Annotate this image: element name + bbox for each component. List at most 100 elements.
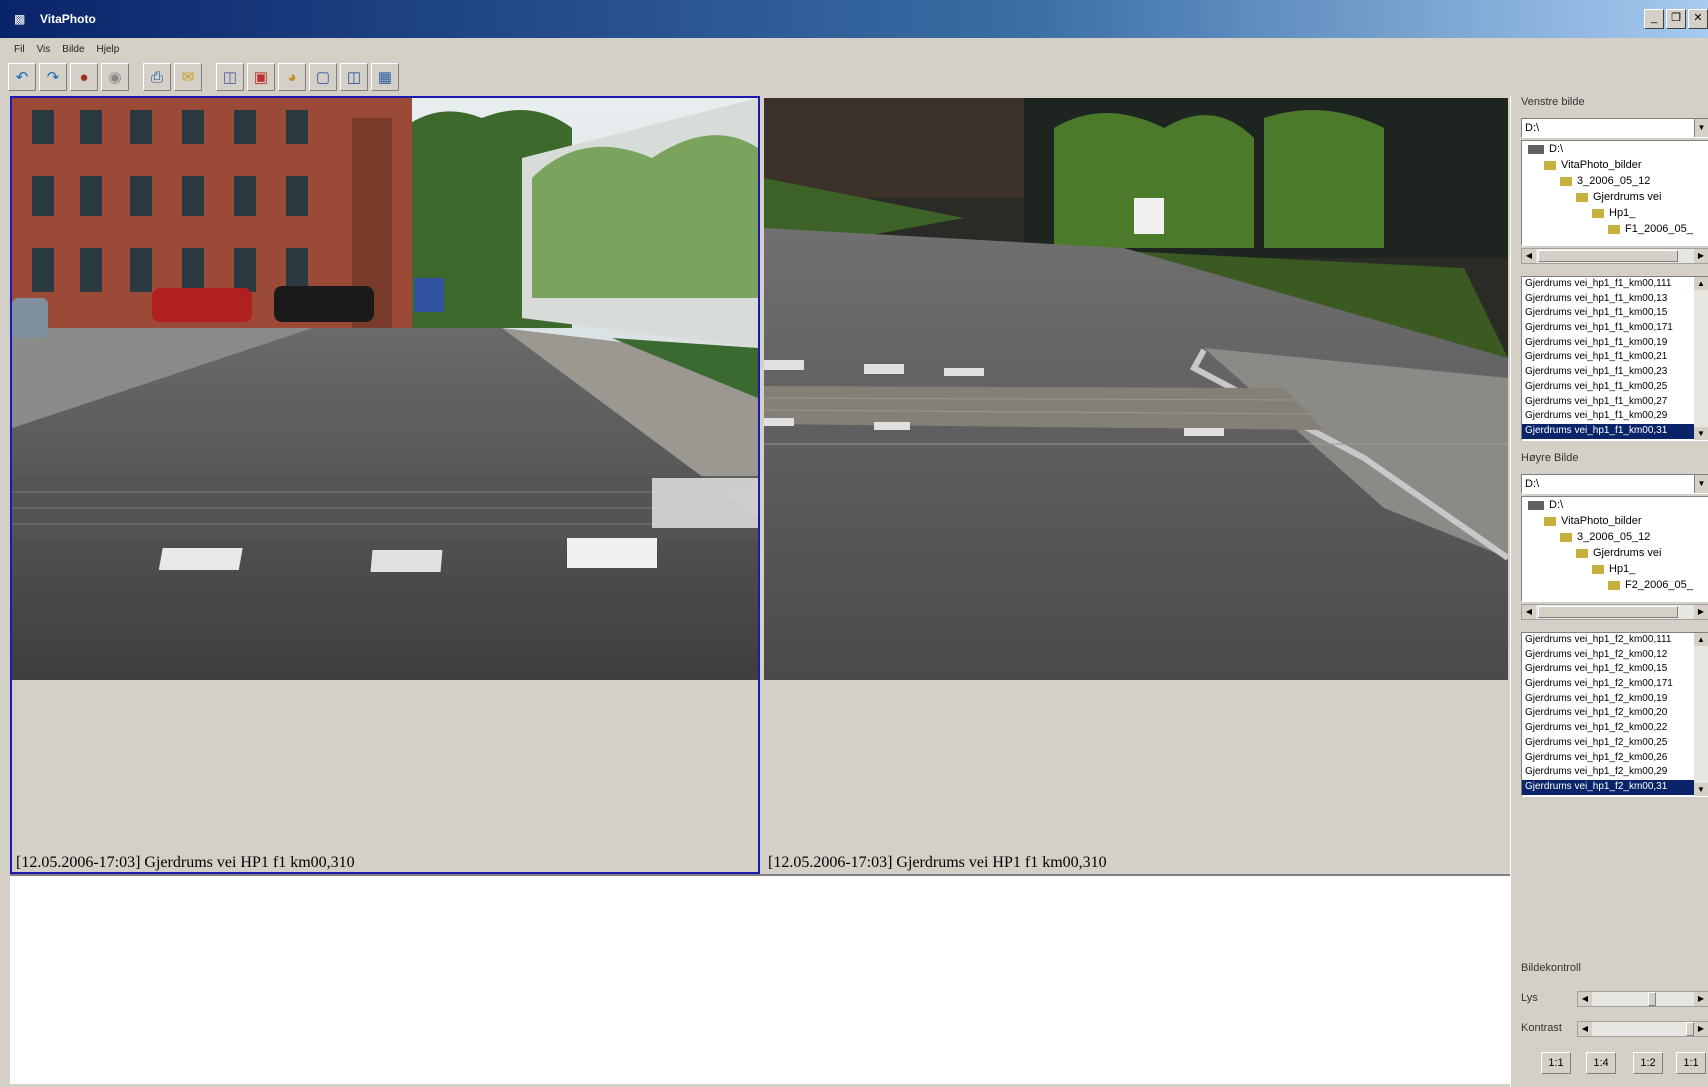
menu-image[interactable]: Bilde <box>62 44 84 55</box>
globe-icon[interactable]: ◕ <box>278 63 306 91</box>
left-tree-scrollbar[interactable]: ◀ ▶ <box>1521 248 1708 264</box>
forward-icon[interactable]: ↷ <box>39 63 67 91</box>
chevron-down-icon[interactable]: ▼ <box>1694 475 1708 493</box>
menu-help[interactable]: Hjelp <box>97 44 120 55</box>
list-item-selected[interactable]: Gjerdrums vei_hp1_f2_km00,31 <box>1522 779 1694 795</box>
left-image-pane[interactable]: [12.05.2006-17:03] Gjerdrums vei HP1 f1 … <box>10 96 760 874</box>
chevron-down-icon[interactable]: ▼ <box>1694 119 1708 137</box>
list-item[interactable]: Gjerdrums vei_hp1_f1_km00,111 <box>1522 277 1694 292</box>
title-bar: ▩ VitaPhoto _ ❐ ✕ <box>0 0 1708 38</box>
tree-node[interactable]: VitaPhoto_bilder <box>1544 515 1642 527</box>
menu-file[interactable]: Fil <box>14 44 25 55</box>
scroll-right-icon[interactable]: ▶ <box>1694 605 1708 619</box>
scroll-thumb[interactable] <box>1538 250 1678 262</box>
slider-right-icon[interactable]: ▶ <box>1694 992 1708 1006</box>
tree-node[interactable]: 3_2006_05_12 <box>1560 531 1650 543</box>
tree-node[interactable]: Hp1_ <box>1592 563 1635 575</box>
list-item[interactable]: Gjerdrums vei_hp1_f1_km00,23 <box>1522 365 1694 380</box>
list-item[interactable]: Gjerdrums vei_hp1_f1_km00,25 <box>1522 380 1694 395</box>
menu-view[interactable]: Vis <box>37 44 51 55</box>
slider-left-icon[interactable]: ◀ <box>1578 1022 1592 1036</box>
right-image-caption: [12.05.2006-17:03] Gjerdrums vei HP1 f1 … <box>768 854 1107 871</box>
scroll-down-icon[interactable]: ▼ <box>1694 783 1708 796</box>
slider-left-icon[interactable]: ◀ <box>1578 992 1592 1006</box>
folder-icon <box>1544 516 1556 526</box>
restore-icon[interactable]: ❐ <box>1666 9 1686 29</box>
right-image-pane[interactable]: [12.05.2006-17:03] Gjerdrums vei HP1 f1 … <box>762 96 1510 874</box>
right-tree-scrollbar[interactable]: ◀ ▶ <box>1521 604 1708 620</box>
list-item[interactable]: Gjerdrums vei_hp1_f2_km00,29 <box>1522 765 1694 780</box>
list-item[interactable]: Gjerdrums vei_hp1_f2_km00,12 <box>1522 648 1694 663</box>
tree-node[interactable]: Gjerdrums vei <box>1576 191 1661 203</box>
left-folder-tree[interactable]: D:\ VitaPhoto_bilder 3_2006_05_12 Gjerdr… <box>1521 140 1708 246</box>
scroll-thumb[interactable] <box>1538 606 1678 618</box>
camera-icon[interactable]: ● <box>70 63 98 91</box>
drive-icon <box>1528 144 1544 154</box>
slider-thumb[interactable] <box>1648 992 1656 1006</box>
list-item[interactable]: Gjerdrums vei_hp1_f2_km00,22 <box>1522 721 1694 736</box>
notes-area[interactable] <box>10 874 1510 1084</box>
close-icon[interactable]: ✕ <box>1688 9 1708 29</box>
right-drive-select[interactable]: D:\ ▼ <box>1521 474 1708 494</box>
scroll-left-icon[interactable]: ◀ <box>1522 605 1536 619</box>
tree-node[interactable]: VitaPhoto_bilder <box>1544 159 1642 171</box>
right-road-photo <box>764 98 1508 680</box>
zoom-quarter-button[interactable]: 1:4 <box>1586 1052 1616 1074</box>
slider-thumb[interactable] <box>1686 1022 1694 1036</box>
contrast-slider[interactable]: ◀ ▶ <box>1577 1021 1708 1037</box>
tree-node[interactable]: Gjerdrums vei <box>1576 547 1661 559</box>
list-item[interactable]: Gjerdrums vei_hp1_f1_km00,27 <box>1522 395 1694 410</box>
disc-icon[interactable]: ◉ <box>101 63 129 91</box>
zoom-fit-button[interactable]: 1:1 <box>1541 1052 1571 1074</box>
folder-icon <box>1576 192 1588 202</box>
list-item[interactable]: Gjerdrums vei_hp1_f2_km00,111 <box>1522 633 1694 648</box>
list-item-selected[interactable]: Gjerdrums vei_hp1_f1_km00,31 <box>1522 423 1694 439</box>
scroll-right-icon[interactable]: ▶ <box>1694 249 1708 263</box>
list-item[interactable]: Gjerdrums vei_hp1_f2_km00,19 <box>1522 692 1694 707</box>
right-file-list[interactable]: Gjerdrums vei_hp1_f2_km00,111 Gjerdrums … <box>1521 632 1708 797</box>
list-item[interactable]: Gjerdrums vei_hp1_f2_km00,26 <box>1522 751 1694 766</box>
database-icon[interactable]: ◫ <box>216 63 244 91</box>
window-title: VitaPhoto <box>40 12 96 26</box>
list-item[interactable]: Gjerdrums vei_hp1_f1_km00,171 <box>1522 321 1694 336</box>
list-item[interactable]: Gjerdrums vei_hp1_f1_km00,19 <box>1522 336 1694 351</box>
zoom-half-button[interactable]: 1:2 <box>1633 1052 1663 1074</box>
folder-icon <box>1544 160 1556 170</box>
list-item[interactable]: Gjerdrums vei_hp1_f2_km00,171 <box>1522 677 1694 692</box>
tree-node[interactable]: D:\ <box>1528 143 1563 155</box>
tree-node[interactable]: F2_2006_05_ <box>1608 579 1693 591</box>
scroll-down-icon[interactable]: ▼ <box>1694 427 1708 440</box>
brightness-slider[interactable]: ◀ ▶ <box>1577 991 1708 1007</box>
list-item[interactable]: Gjerdrums vei_hp1_f1_km00,15 <box>1522 306 1694 321</box>
left-file-list[interactable]: Gjerdrums vei_hp1_f1_km00,111 Gjerdrums … <box>1521 276 1708 441</box>
slider-right-icon[interactable]: ▶ <box>1694 1022 1708 1036</box>
dual-view-icon[interactable]: ◫ <box>340 63 368 91</box>
print-icon[interactable]: ⎙ <box>143 63 171 91</box>
list-item[interactable]: Gjerdrums vei_hp1_f1_km00,21 <box>1522 350 1694 365</box>
quad-view-icon[interactable]: ▦ <box>371 63 399 91</box>
right-folder-tree[interactable]: D:\ VitaPhoto_bilder 3_2006_05_12 Gjerdr… <box>1521 496 1708 602</box>
list-item[interactable]: Gjerdrums vei_hp1_f2_km00,25 <box>1522 736 1694 751</box>
zoom-full-button[interactable]: 1:1 <box>1676 1052 1706 1074</box>
list-item[interactable]: Gjerdrums vei_hp1_f2_km00,15 <box>1522 662 1694 677</box>
right-list-scrollbar[interactable]: ▲ ▼ <box>1694 633 1708 796</box>
scroll-up-icon[interactable]: ▲ <box>1694 277 1708 290</box>
tree-node[interactable]: F1_2006_05_ <box>1608 223 1693 235</box>
scroll-up-icon[interactable]: ▲ <box>1694 633 1708 646</box>
drive-icon <box>1528 500 1544 510</box>
tree-node[interactable]: 3_2006_05_12 <box>1560 175 1650 187</box>
tree-node[interactable]: Hp1_ <box>1592 207 1635 219</box>
document-icon[interactable]: ▣ <box>247 63 275 91</box>
list-item[interactable]: Gjerdrums vei_hp1_f1_km00,29 <box>1522 409 1694 424</box>
left-drive-value: D:\ <box>1525 122 1540 134</box>
minimize-icon[interactable]: _ <box>1644 9 1664 29</box>
list-item[interactable]: Gjerdrums vei_hp1_f1_km00,13 <box>1522 292 1694 307</box>
list-item[interactable]: Gjerdrums vei_hp1_f2_km00,20 <box>1522 706 1694 721</box>
single-view-icon[interactable]: ▢ <box>309 63 337 91</box>
left-drive-select[interactable]: D:\ ▼ <box>1521 118 1708 138</box>
mail-icon[interactable]: ✉ <box>174 63 202 91</box>
left-list-scrollbar[interactable]: ▲ ▼ <box>1694 277 1708 440</box>
scroll-left-icon[interactable]: ◀ <box>1522 249 1536 263</box>
back-icon[interactable]: ↶ <box>8 63 36 91</box>
tree-node[interactable]: D:\ <box>1528 499 1563 511</box>
